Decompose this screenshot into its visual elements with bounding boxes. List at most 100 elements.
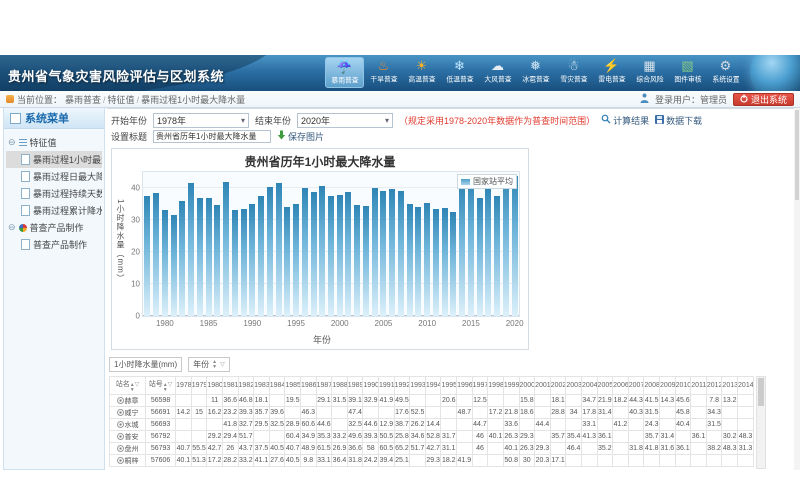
- logout-button[interactable]: 退出系统: [733, 93, 794, 106]
- sidebar-item[interactable]: 暴雨过程1小时最大降水量: [6, 151, 102, 168]
- col-header-year-2013[interactable]: 2013: [722, 377, 738, 395]
- start-year-select[interactable]: 1978年▾: [153, 113, 249, 128]
- station-name-cell[interactable]: 赫章: [110, 395, 146, 407]
- col-header-year-2004[interactable]: 2004: [581, 377, 597, 395]
- col-header-year-1986[interactable]: 1986: [300, 377, 316, 395]
- toolbar-item-wrench[interactable]: ⚙系统设置: [707, 57, 744, 88]
- table-scrollbar-thumb[interactable]: [758, 378, 764, 406]
- col-header-year-1996[interactable]: 1996: [457, 377, 473, 395]
- sidebar-title: 系统菜单: [4, 108, 104, 129]
- col-header-year-2009[interactable]: 2009: [659, 377, 675, 395]
- station-name-cell[interactable]: 威宁: [110, 407, 146, 419]
- station-name-cell[interactable]: 普安: [110, 431, 146, 443]
- toolbar-item-sun[interactable]: ☀高温普查: [403, 57, 440, 88]
- breadcrumb-item[interactable]: 暴雨普查: [65, 95, 101, 105]
- col-header-year-2001[interactable]: 2001: [535, 377, 551, 395]
- col-header-year-1990[interactable]: 1990: [363, 377, 379, 395]
- table-scrollbar[interactable]: [756, 376, 766, 469]
- station-radio[interactable]: [117, 445, 124, 452]
- col-header-year-1978[interactable]: 1978: [176, 377, 192, 395]
- calc-results-button[interactable]: 计算结果: [601, 114, 649, 127]
- measure-chip[interactable]: 1小时降水量(mm): [109, 357, 182, 372]
- station-radio[interactable]: [117, 457, 124, 464]
- col-header-station-name[interactable]: 站名▲▼▽: [110, 377, 146, 395]
- col-header-year-2010[interactable]: 2010: [675, 377, 691, 395]
- station-radio[interactable]: [117, 409, 124, 416]
- col-header-year-1983[interactable]: 1983: [254, 377, 270, 395]
- value-cell: 33.6: [503, 419, 519, 431]
- station-name-cell[interactable]: 桐梓: [110, 455, 146, 467]
- col-header-year-2005[interactable]: 2005: [597, 377, 613, 395]
- station-name-cell[interactable]: 盘州: [110, 443, 146, 455]
- col-header-year-2002[interactable]: 2002: [550, 377, 566, 395]
- value-cell: [191, 431, 207, 443]
- station-name-cell[interactable]: 水城: [110, 419, 146, 431]
- end-year-select[interactable]: 2020年▾: [297, 113, 393, 128]
- col-header-year-1979[interactable]: 1979: [191, 377, 207, 395]
- col-header-year-1989[interactable]: 1989: [347, 377, 363, 395]
- col-header-year-2000[interactable]: 2000: [519, 377, 535, 395]
- station-radio[interactable]: [117, 433, 124, 440]
- value-cell: 52.8: [425, 431, 441, 443]
- page-scrollbar[interactable]: [794, 108, 800, 470]
- value-cell: 36.1: [691, 431, 707, 443]
- data-download-button[interactable]: 数据下载: [655, 114, 702, 127]
- col-header-year-1982[interactable]: 1982: [238, 377, 254, 395]
- station-radio[interactable]: [117, 397, 124, 404]
- toolbar-item-snowflake[interactable]: ❄低温普查: [441, 57, 478, 88]
- breadcrumb-item[interactable]: 特征值: [108, 95, 135, 105]
- toolbar-item-calculator[interactable]: ▦综合风险: [631, 57, 668, 88]
- sidebar-item[interactable]: 暴雨过程持续天数: [6, 185, 102, 202]
- value-cell: [191, 395, 207, 407]
- value-cell: 51.7: [410, 443, 426, 455]
- col-header-year-2003[interactable]: 2003: [566, 377, 582, 395]
- col-header-year-1991[interactable]: 1991: [379, 377, 395, 395]
- toolbar-item-map[interactable]: ▧图件审核: [669, 57, 706, 88]
- y-tick-label: 20: [131, 248, 140, 257]
- col-header-year-2007[interactable]: 2007: [628, 377, 644, 395]
- bar-1980: [162, 210, 168, 316]
- col-header-year-1988[interactable]: 1988: [332, 377, 348, 395]
- sidebar-group[interactable]: ⊖特征值: [6, 134, 102, 151]
- col-header-year-1987[interactable]: 1987: [316, 377, 332, 395]
- sidebar-item[interactable]: 暴雨过程累计降水量: [6, 202, 102, 219]
- col-header-year-2008[interactable]: 2008: [644, 377, 660, 395]
- save-image-button[interactable]: 保存图片: [277, 130, 324, 143]
- col-header-year-2014[interactable]: 2014: [738, 377, 754, 395]
- value-cell: 29.1: [316, 395, 332, 407]
- toolbar-item-lightning[interactable]: ⚡雷电普查: [593, 57, 630, 88]
- toolbar-item-snow-cloud[interactable]: ☃雪灾普查: [555, 57, 592, 88]
- value-cell: [488, 455, 504, 467]
- col-header-year-1997[interactable]: 1997: [472, 377, 488, 395]
- toolbar-item-hail[interactable]: ❅冰雹普查: [517, 57, 554, 88]
- col-header-year-1998[interactable]: 1998: [488, 377, 504, 395]
- bar-1990: [249, 204, 255, 316]
- value-cell: [691, 407, 707, 419]
- col-header-year-2011[interactable]: 2011: [691, 377, 707, 395]
- sidebar-group[interactable]: ⊖普查产品制作: [6, 219, 102, 236]
- sidebar-item[interactable]: 暴雨过程日最大降水量: [6, 168, 102, 185]
- col-header-year-1993[interactable]: 1993: [410, 377, 426, 395]
- page-scrollbar-thumb[interactable]: [795, 110, 799, 200]
- col-header-year-1999[interactable]: 1999: [503, 377, 519, 395]
- sidebar-item[interactable]: 普查产品制作: [6, 236, 102, 253]
- col-header-year-1980[interactable]: 1980: [207, 377, 223, 395]
- col-header-year-1981[interactable]: 1981: [222, 377, 238, 395]
- col-header-year-2006[interactable]: 2006: [613, 377, 629, 395]
- col-header-year-1994[interactable]: 1994: [425, 377, 441, 395]
- col-header-year-1995[interactable]: 1995: [441, 377, 457, 395]
- station-radio[interactable]: [117, 421, 124, 428]
- col-header-year-1992[interactable]: 1992: [394, 377, 410, 395]
- toolbar-item-wind[interactable]: ☁大风普查: [479, 57, 516, 88]
- breadcrumb-item[interactable]: 暴雨过程1小时最大降水量: [141, 95, 245, 105]
- col-header-year-1985[interactable]: 1985: [285, 377, 301, 395]
- col-header-year-1984[interactable]: 1984: [269, 377, 285, 395]
- toolbar-item-rain[interactable]: ☔暴雨普查: [325, 57, 364, 88]
- col-header-station-id[interactable]: 站号▲▼▽: [146, 377, 176, 395]
- year-sort-chip[interactable]: 年份 ▲▼ ▽: [188, 357, 230, 372]
- toolbar-item-heat[interactable]: ♨干旱普查: [365, 57, 402, 88]
- col-header-year-2012[interactable]: 2012: [706, 377, 722, 395]
- chart-title-input[interactable]: [153, 130, 271, 143]
- toolbar-item-label: 暴雨普查: [331, 76, 358, 85]
- chevron-down-icon: ▾: [385, 116, 389, 125]
